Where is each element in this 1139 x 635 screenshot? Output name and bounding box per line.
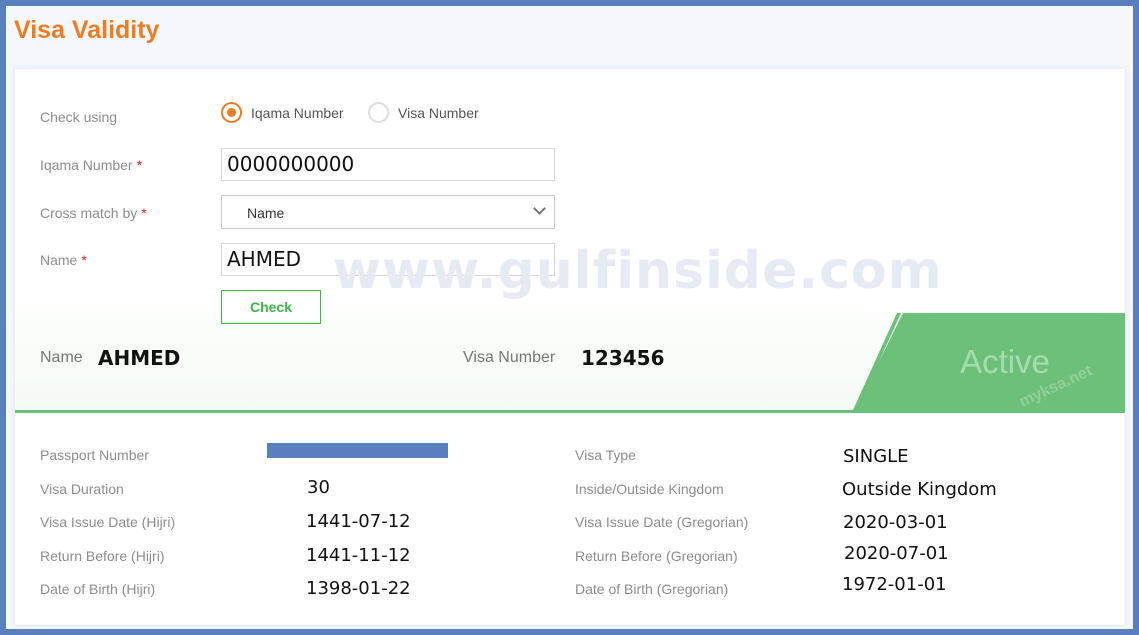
- page: Visa Validity Check using Iqama Number V…: [6, 6, 1133, 629]
- detail-value: Outside Kingdom: [842, 479, 997, 500]
- page-title: Visa Validity: [14, 16, 160, 44]
- radio-visa-number[interactable]: [368, 102, 389, 123]
- detail-label: Date of Birth (Hijri): [40, 581, 156, 597]
- result-name-label: Name: [40, 349, 83, 366]
- name-label: Name *: [40, 252, 87, 268]
- chevron-down-icon: [533, 202, 546, 215]
- detail-label: Visa Type: [575, 447, 636, 463]
- detail-value: 1398-01-22: [306, 578, 411, 599]
- detail-value: 2020-07-01: [844, 543, 949, 564]
- check-button[interactable]: Check: [221, 290, 321, 324]
- detail-value: 30: [307, 477, 330, 498]
- check-using-label: Check using: [40, 109, 118, 125]
- detail-label: Visa Issue Date (Hijri): [40, 514, 176, 530]
- detail-label: Inside/Outside Kingdom: [575, 481, 724, 497]
- detail-value: 2020-03-01: [843, 512, 948, 533]
- result-name-value: AHMED: [98, 346, 181, 370]
- passport-number-redacted: [267, 443, 448, 458]
- radio-iqama-number[interactable]: [221, 102, 242, 123]
- cross-match-label: Cross match by *: [40, 205, 147, 221]
- detail-label: Passport Number: [40, 447, 149, 463]
- cross-match-select[interactable]: Name: [221, 195, 555, 229]
- detail-label: Visa Issue Date (Gregorian): [575, 514, 749, 530]
- iqama-number-input[interactable]: 0000000000: [221, 148, 555, 181]
- detail-label: Return Before (Hijri): [40, 548, 165, 564]
- radio-iqama-label[interactable]: Iqama Number: [251, 105, 344, 121]
- watermark-gulfinside: www.gulfinside.com: [333, 241, 943, 301]
- detail-value: 1441-07-12: [306, 511, 411, 532]
- detail-label: Visa Duration: [40, 481, 124, 497]
- iqama-number-label: Iqama Number *: [40, 157, 143, 173]
- visa-validity-card: Check using Iqama Number Visa Number Iqa…: [15, 69, 1125, 625]
- result-band: Name AHMED Visa Number 123456 Active myk…: [15, 313, 1125, 413]
- radio-visa-label[interactable]: Visa Number: [398, 105, 479, 121]
- detail-label: Return Before (Gregorian): [575, 548, 738, 564]
- status-text: Active: [960, 343, 1050, 380]
- detail-value: SINGLE: [843, 446, 909, 467]
- cross-match-value: Name: [247, 205, 285, 221]
- detail-value: 1972-01-01: [842, 574, 947, 595]
- result-visa-value: 123456: [581, 346, 665, 370]
- result-visa-label: Visa Number: [463, 349, 556, 366]
- detail-value: 1441-11-12: [306, 545, 411, 566]
- detail-label: Date of Birth (Gregorian): [575, 581, 729, 597]
